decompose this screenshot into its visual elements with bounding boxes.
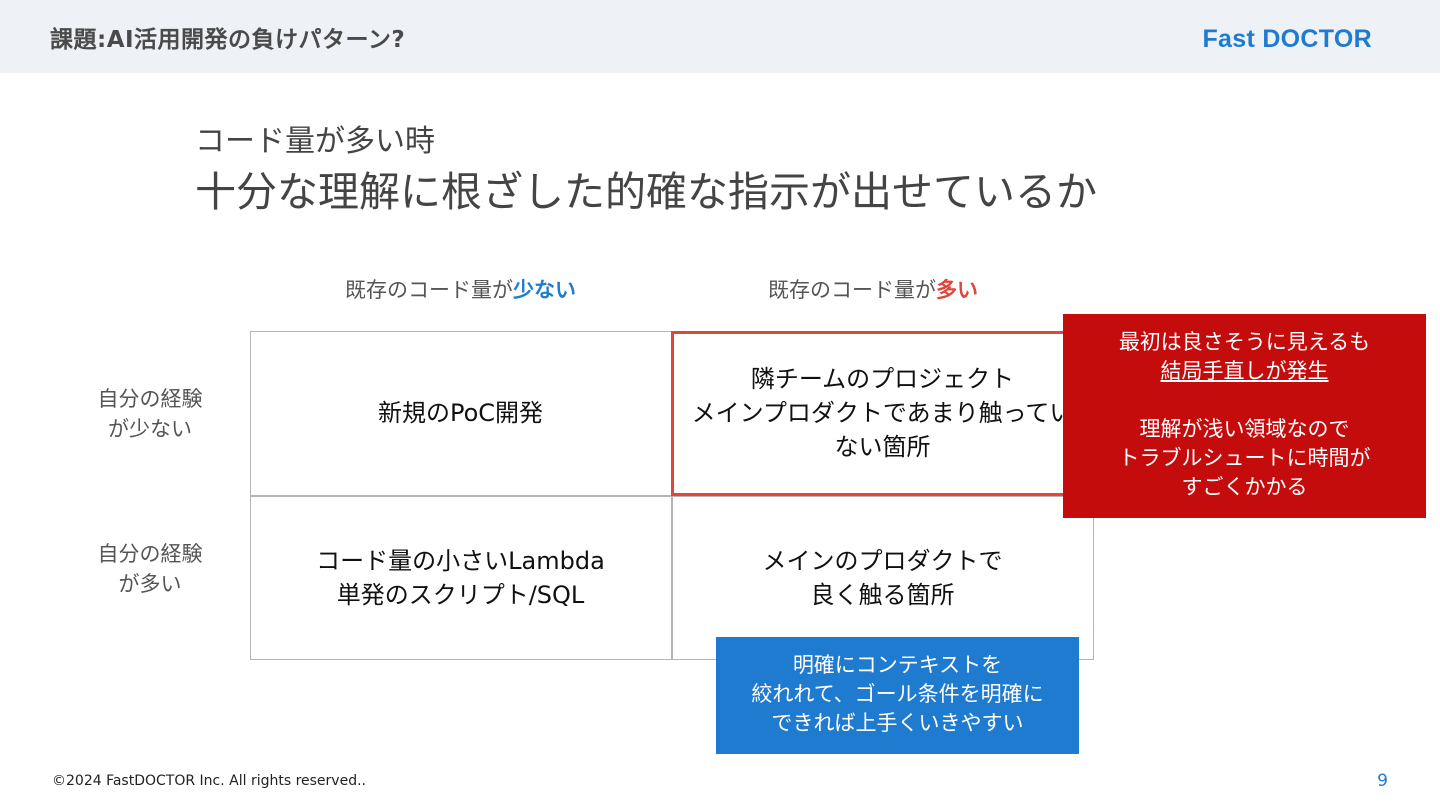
slide-subtitle: コード量が多い時 xyxy=(195,124,435,159)
cell-line: 新規のPoC開発 xyxy=(377,399,544,427)
callout-line: すごくかかる xyxy=(1181,475,1308,499)
callout-line: 最初は良さそうに見えるも xyxy=(1118,330,1371,354)
row-header-high-experience: 自分の経験 が多い xyxy=(60,539,240,599)
column-header-prefix: 既存のコード量が xyxy=(768,278,936,302)
cell-line: 単発のスクリプト/SQL xyxy=(336,581,585,609)
row-header-line: が多い xyxy=(118,572,182,596)
cell-line: コード量の小さいLambda xyxy=(316,547,605,575)
matrix-cell-bottom-right: メインのプロダクトで 良く触る箇所 xyxy=(672,496,1093,660)
row-header-line: 自分の経験 xyxy=(97,542,203,566)
cell-line: 良く触る箇所 xyxy=(810,581,955,609)
header-title: 課題:AI活用開発の負けパターン? xyxy=(50,27,406,53)
brand-logo: Fast DOCTOR xyxy=(1202,25,1372,53)
matrix-cell-bottom-left: コード量の小さいLambda 単発のスクリプト/SQL xyxy=(250,496,671,660)
column-header-prefix: 既存のコード量が xyxy=(345,278,513,302)
callout-line: トラブルシュートに時間が xyxy=(1118,446,1371,470)
slide-header: 課題:AI活用開発の負けパターン? Fast DOCTOR xyxy=(0,0,1440,73)
callout-spacer xyxy=(1063,386,1426,415)
row-header-low-experience: 自分の経験 が少ない xyxy=(60,384,240,444)
callout-line-underlined: 結局手直しが発生 xyxy=(1160,359,1329,383)
page-number: 9 xyxy=(1377,771,1388,791)
footer-copyright: ©2024 FastDOCTOR Inc. All rights reserve… xyxy=(52,773,366,789)
cell-line: メインのプロダクトで xyxy=(762,547,1003,575)
row-header-line: 自分の経験 xyxy=(97,387,203,411)
highlight-frame xyxy=(671,331,1095,496)
blue-callout-box: 明確にコンテキストを 絞れれて、ゴール条件を明確に できれば上手くいきやすい xyxy=(716,637,1079,754)
row-header-line: が少ない xyxy=(108,417,192,441)
callout-line: 絞れれて、ゴール条件を明確に xyxy=(751,682,1044,706)
callout-line: できれば上手くいきやすい xyxy=(771,711,1024,735)
column-header-small-code: 既存のコード量が少ない xyxy=(345,274,576,304)
callout-line: 理解が浅い領域なので xyxy=(1139,417,1350,441)
column-header-large-code: 既存のコード量が多い xyxy=(768,274,978,304)
column-header-emphasis: 多い xyxy=(936,278,978,302)
red-callout-box: 最初は良さそうに見えるも 結局手直しが発生 理解が浅い領域なので トラブルシュー… xyxy=(1063,314,1426,518)
matrix-cell-top-left: 新規のPoC開発 xyxy=(250,331,671,495)
callout-line: 明確にコンテキストを xyxy=(792,653,1003,677)
slide-title: 十分な理解に根ざした的確な指示が出せているか xyxy=(195,168,1097,216)
column-header-emphasis: 少ない xyxy=(513,278,576,302)
